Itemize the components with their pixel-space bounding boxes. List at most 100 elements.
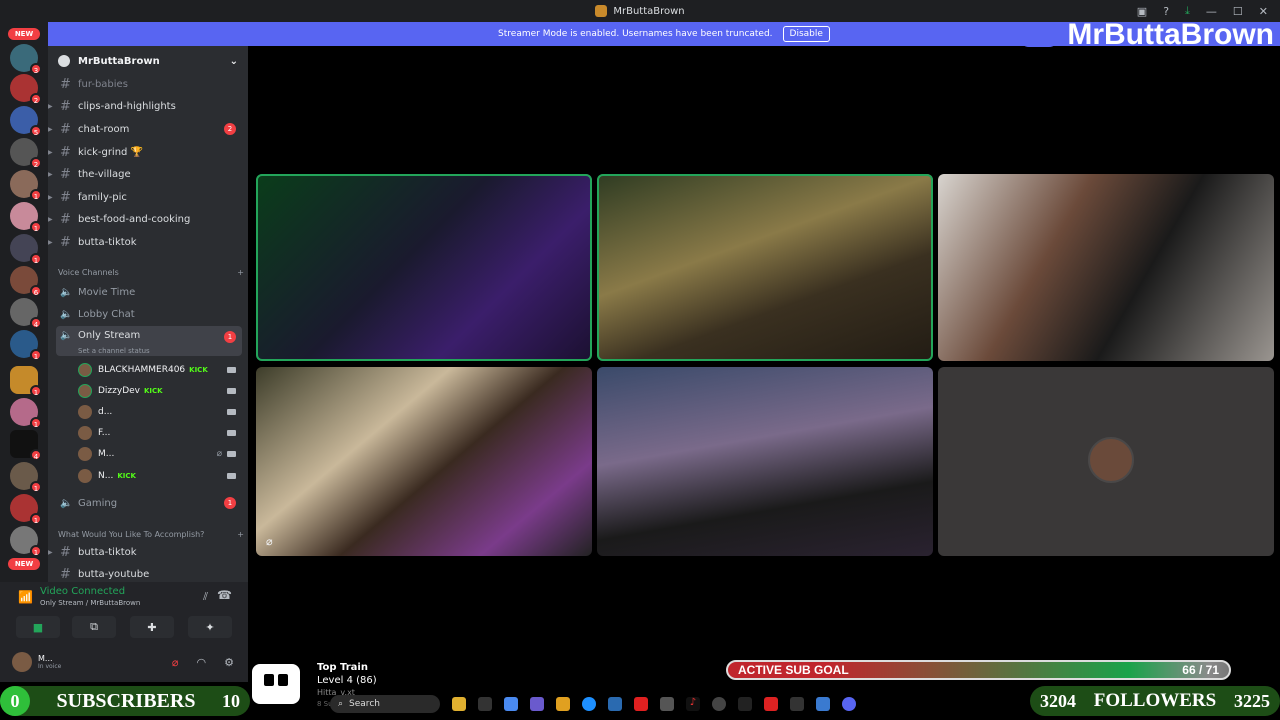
mic-muted-icon[interactable]: ⌀ — [172, 656, 179, 669]
server-icon[interactable]: 1 — [10, 170, 42, 201]
youtube-icon[interactable] — [634, 697, 648, 711]
voice-user[interactable]: N... KICK — [78, 467, 238, 485]
server-icon[interactable]: 1 — [10, 202, 42, 233]
screen-share-button[interactable]: ⧉ — [72, 616, 116, 638]
server-icon[interactable]: 1 — [10, 234, 42, 265]
text-channel[interactable]: ▶ # kick-grind 🏆 — [48, 142, 242, 162]
server-icon[interactable]: 4 — [10, 298, 42, 329]
category-header[interactable]: What Would You Like To Accomplish? + — [58, 530, 244, 539]
new-badge-bottom: NEW — [8, 558, 40, 570]
noise-suppression-icon[interactable]: ⫽ — [203, 590, 208, 604]
text-channel[interactable]: ▶ # family-pic — [48, 187, 242, 207]
text-channel[interactable]: # butta-youtube — [56, 564, 242, 582]
server-icon[interactable]: 1 — [10, 398, 42, 429]
server-icon[interactable]: 1 — [10, 330, 42, 361]
voice-connected-title: Video Connected — [40, 586, 126, 597]
edge-icon[interactable] — [582, 697, 596, 711]
xbox-icon[interactable] — [660, 697, 674, 711]
voice-user[interactable]: BLACKHAMMER406 KICK — [78, 361, 238, 379]
server-icon[interactable]: 1 — [10, 494, 42, 525]
channel-name: fur-babies — [78, 78, 128, 90]
text-channel[interactable]: ▶ # clips-and-highlights — [48, 96, 242, 116]
guild-header[interactable]: MrButtaBrown ⌄ — [48, 46, 248, 76]
server-icon[interactable]: 2 — [10, 138, 42, 169]
voice-user[interactable]: F... — [78, 424, 238, 442]
discord-taskbar-icon[interactable] — [842, 697, 856, 711]
maximize-button[interactable]: ☐ — [1233, 5, 1243, 18]
server-icon[interactable]: 1 — [10, 526, 42, 557]
inbox-icon[interactable]: ▣ — [1137, 5, 1147, 18]
train-title: Top Train — [317, 662, 368, 673]
gear-icon[interactable]: ⚙ — [224, 656, 234, 669]
app-icon[interactable] — [764, 697, 778, 711]
headphones-icon[interactable]: ◠ — [197, 656, 207, 669]
server-icon[interactable]: 2 — [10, 74, 42, 105]
text-channel[interactable]: # fur-babies — [56, 74, 242, 94]
app-icon[interactable] — [816, 697, 830, 711]
server-icon[interactable]: 6 — [10, 266, 42, 297]
video-tile[interactable] — [938, 174, 1274, 361]
video-tile[interactable] — [256, 174, 592, 361]
download-icon[interactable]: ⤓ — [1185, 4, 1190, 18]
server-badge: 2 — [30, 93, 42, 105]
server-icon[interactable]: 3 — [10, 44, 42, 75]
add-channel-icon[interactable]: + — [237, 530, 244, 539]
channel-status[interactable]: Set a channel status — [78, 347, 150, 355]
close-button[interactable]: ✕ — [1259, 5, 1268, 18]
voice-channel[interactable]: 🔈 Lobby Chat — [56, 304, 242, 324]
voice-user[interactable]: DizzyDev KICK — [78, 382, 238, 400]
teams-icon[interactable] — [530, 697, 544, 711]
video-tile[interactable]: ⌀ — [256, 367, 592, 556]
user-name: DizzyDev — [98, 386, 140, 396]
voice-channel[interactable]: 🔈 Gaming 1 — [56, 493, 242, 513]
user-panel[interactable]: M... In voice — [12, 652, 61, 672]
subscribers-counter: 0 SUBSCRIBERS 10 — [0, 686, 250, 716]
store-icon[interactable] — [608, 697, 622, 711]
train-icon — [252, 664, 300, 704]
tiktok-icon[interactable]: ♪ — [686, 697, 700, 711]
disconnect-icon[interactable]: ☎ — [217, 588, 232, 602]
text-channel[interactable]: ▶ # butta-tiktok — [48, 542, 242, 562]
taskbar-search[interactable]: ⌕ Search — [330, 695, 440, 713]
camera-toggle-button[interactable]: ■ — [16, 616, 60, 638]
add-channel-icon[interactable]: + — [237, 268, 244, 277]
server-icon[interactable]: 5 — [10, 106, 42, 137]
server-icon[interactable]: 4 — [10, 430, 42, 461]
subs-goal: 10 — [222, 690, 240, 711]
voice-user[interactable]: M... ⌀ — [78, 445, 238, 463]
signal-icon[interactable]: 📶 — [18, 590, 33, 604]
text-channel[interactable]: ▶ # butta-tiktok — [48, 232, 242, 252]
obs-icon[interactable] — [712, 697, 726, 711]
server-icon[interactable]: 1 — [10, 462, 42, 493]
video-tile[interactable] — [597, 367, 933, 556]
file-explorer-icon[interactable] — [556, 697, 570, 711]
voice-location[interactable]: Only Stream / MrButtaBrown — [40, 599, 140, 607]
taskbar: ⌕ Search ♪ — [330, 692, 1030, 716]
streamer-mode-text: Streamer Mode is enabled. Usernames have… — [498, 29, 773, 39]
video-tile-no-camera[interactable] — [938, 367, 1274, 556]
activities-button[interactable]: ✚ — [130, 616, 174, 638]
help-icon[interactable]: ? — [1163, 5, 1169, 18]
text-channel[interactable]: ▶ # the-village — [48, 164, 242, 184]
taskbar-widget-icon[interactable] — [452, 697, 466, 711]
hash-icon: # — [60, 144, 71, 160]
train-level: Level 4 (86) — [317, 675, 377, 686]
disable-streamer-mode-button[interactable]: Disable — [782, 26, 830, 42]
minimize-button[interactable]: — — [1206, 5, 1217, 18]
voice-category-header[interactable]: Voice Channels + — [58, 268, 244, 277]
text-channel[interactable]: ▶ # best-food-and-cooking — [48, 209, 242, 229]
voice-channel[interactable]: 🔈 Movie Time — [56, 282, 242, 302]
soundboard-button[interactable]: ✦ — [188, 616, 232, 638]
user-name: M... — [38, 654, 53, 663]
fall-guys-icon[interactable] — [738, 697, 752, 711]
text-channel[interactable]: ▶ # chat-room 2 — [48, 119, 242, 139]
copilot-icon[interactable] — [504, 697, 518, 711]
speaker-icon: 🔈 — [60, 308, 73, 320]
video-tile[interactable] — [597, 174, 933, 361]
capcut-icon[interactable] — [790, 697, 804, 711]
server-icon[interactable]: 1 — [10, 366, 42, 397]
subs-current: 0 — [0, 686, 30, 716]
task-view-icon[interactable] — [478, 697, 492, 711]
voice-user[interactable]: d... — [78, 403, 238, 421]
subs-label: SUBSCRIBERS — [56, 689, 196, 712]
